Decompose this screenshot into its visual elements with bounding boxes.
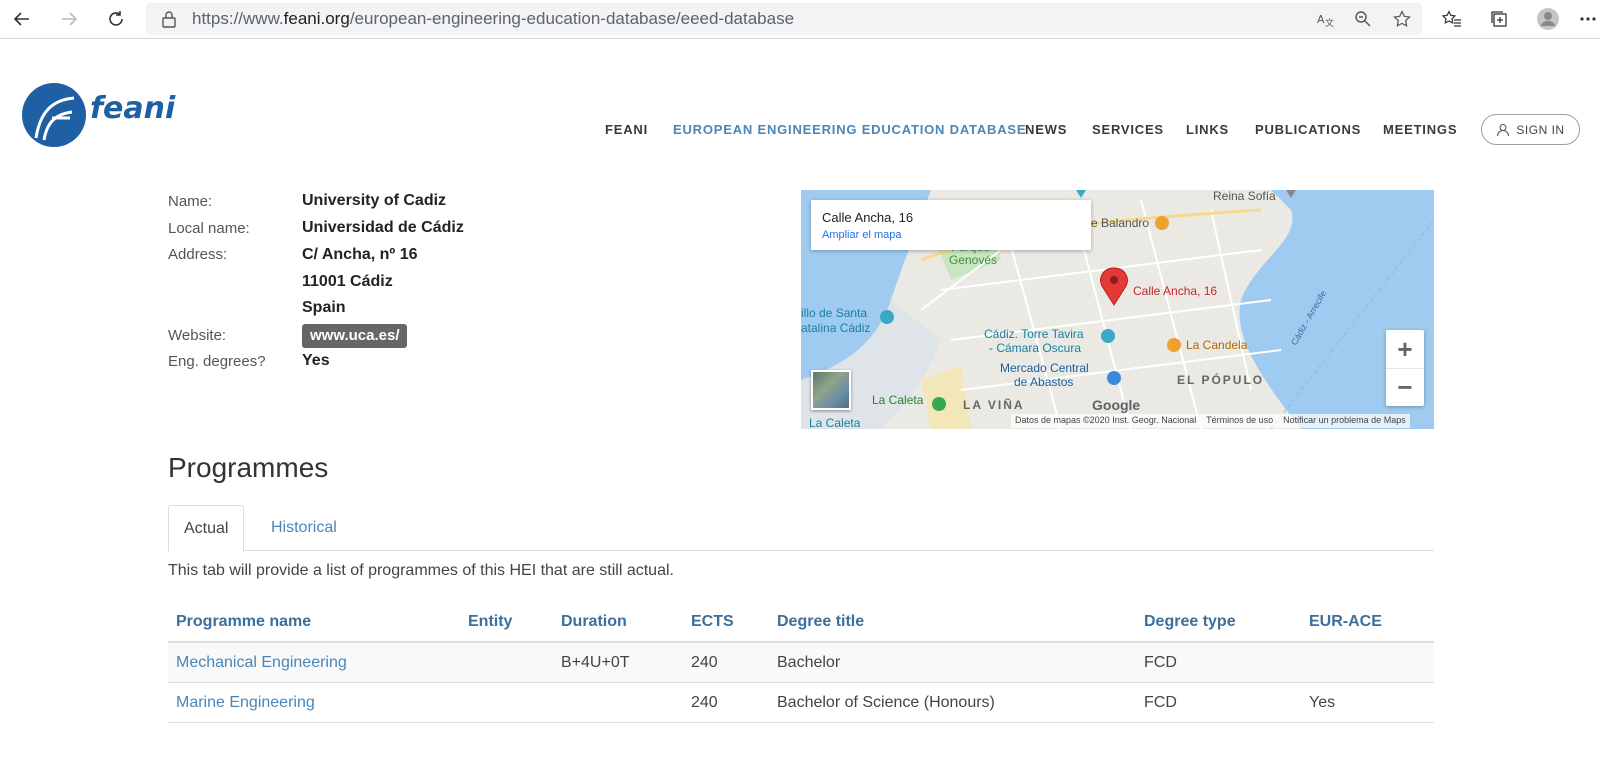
map-report-link[interactable]: Notificar un problema de Maps (1283, 415, 1406, 425)
map-zoom-controls: + − (1386, 330, 1424, 406)
name-value: University of Cadiz (302, 192, 447, 209)
map-label-la-caleta: La Caleta (809, 416, 861, 429)
map-label-candela: La Candela (1186, 338, 1248, 352)
tab-description: This tab will provide a list of programm… (168, 562, 674, 579)
sign-in-label: SIGN IN (1516, 122, 1565, 137)
user-icon (1497, 123, 1510, 136)
cell-degree-title: Bachelor of Science (Honours) (777, 694, 995, 711)
map-card-title: Calle Ancha, 16 (822, 210, 914, 225)
nav-meetings[interactable]: MEETINGS (1383, 122, 1457, 137)
map-label-torre-2: - Cámara Oscura (989, 341, 1082, 355)
map-data-credit: Datos de mapas ©2020 Inst. Geogr. Nacion… (1015, 415, 1197, 425)
map-label-vina: LA VIÑA (963, 398, 1025, 412)
website-link[interactable]: www.uca.es/ (302, 324, 408, 348)
collections-icon[interactable] (1487, 7, 1511, 31)
website-label: Website: (168, 327, 227, 344)
map-label-caleta: La Caleta (872, 393, 924, 407)
map-label-catalina: atalina Cádiz (801, 321, 871, 335)
map-label-pin: Calle Ancha, 16 (1133, 284, 1218, 298)
programme-name-link[interactable]: Marine Engineering (176, 694, 315, 712)
map-terms-link[interactable]: Términos de uso (1206, 415, 1273, 425)
nav-news[interactable]: NEWS (1025, 122, 1067, 137)
col-ects[interactable]: ECTS (691, 613, 734, 631)
col-degree-title[interactable]: Degree title (777, 613, 864, 631)
nav-eeed[interactable]: EUROPEAN ENGINEERING EDUCATION DATABASE (673, 122, 1026, 137)
nav-services[interactable]: SERVICES (1092, 122, 1164, 137)
map-label-santa: illo de Santa (801, 306, 868, 320)
nav-links[interactable]: LINKS (1186, 122, 1229, 137)
feani-logo[interactable]: feani (22, 82, 182, 148)
address-line-2: 11001 Cádiz (302, 273, 393, 290)
tab-historical[interactable]: Historical (256, 505, 352, 551)
name-label: Name: (168, 193, 213, 210)
programmes-table: Programme name Entity Duration ECTS Degr… (168, 609, 1434, 723)
lock-icon[interactable] (157, 7, 181, 31)
favorites-list-icon[interactable] (1440, 7, 1464, 31)
programmes-title: Programmes (168, 452, 329, 483)
nav-publications[interactable]: PUBLICATIONS (1255, 122, 1361, 137)
map-footer: Datos de mapas ©2020 Inst. Geogr. Nacion… (1011, 414, 1410, 428)
local-name-value: Universidad de Cádiz (302, 219, 464, 236)
nav-feani[interactable]: FEANI (605, 122, 648, 137)
map-label-mercado-2: de Abastos (1014, 375, 1074, 389)
forward-icon[interactable] (57, 7, 81, 31)
satellite-toggle[interactable] (811, 370, 851, 410)
favorite-star-icon[interactable] (1390, 7, 1414, 31)
map-label-populo: EL PÓPULO (1177, 373, 1265, 387)
col-duration[interactable]: Duration (561, 613, 627, 631)
cell-degree-type: FCD (1144, 694, 1177, 711)
map-label-mercado-1: Mercado Central (1000, 361, 1089, 375)
cell-eur-ace: Yes (1309, 694, 1336, 711)
map-label-genoves: Genovés (949, 253, 998, 267)
profile-avatar-icon[interactable] (1536, 7, 1560, 31)
cell-ects: 240 (691, 654, 718, 671)
sign-in-button[interactable]: SIGN IN (1481, 114, 1580, 145)
svg-text:A: A (1317, 13, 1325, 26)
zoom-out-button[interactable]: − (1386, 368, 1424, 406)
cell-duration: B+4U+0T (561, 654, 630, 671)
eng-degrees-value: Yes (302, 352, 330, 369)
cell-degree-title: Bachelor (777, 654, 841, 671)
browser-toolbar: https://www.feani.org/european-engineeri… (0, 0, 1600, 39)
cell-degree-type: FCD (1144, 654, 1177, 671)
address-line-1: C/ Ancha, nº 16 (302, 246, 418, 263)
url-text[interactable]: https://www.feani.org/european-engineeri… (192, 9, 794, 29)
svg-text:文: 文 (1325, 17, 1334, 28)
col-programme-name[interactable]: Programme name (176, 613, 311, 631)
enlarge-map-link[interactable]: Ampliar el mapa (822, 229, 901, 241)
google-logo: Google (1092, 397, 1141, 413)
col-degree-type[interactable]: Degree type (1144, 613, 1236, 631)
map-info-card: Calle Ancha, 16 Ampliar el mapa (811, 200, 1091, 250)
zoom-icon[interactable] (1351, 7, 1375, 31)
local-name-label: Local name: (168, 220, 250, 237)
more-options-icon[interactable] (1576, 7, 1600, 31)
tab-actual[interactable]: Actual (168, 505, 245, 552)
eng-degrees-label: Eng. degrees? (168, 353, 266, 370)
table-row: Mechanical Engineering B+4U+0T 240 Bache… (168, 643, 1434, 683)
back-icon[interactable] (10, 7, 34, 31)
col-entity[interactable]: Entity (468, 613, 512, 631)
address-label: Address: (168, 246, 228, 263)
map-label-reina: Reina Sofía (1213, 190, 1276, 203)
translate-icon[interactable]: A文 (1313, 7, 1337, 31)
refresh-icon[interactable] (104, 7, 128, 31)
programme-name-link[interactable]: Mechanical Engineering (176, 654, 347, 672)
table-row: Marine Engineering 240 Bachelor of Scien… (168, 683, 1434, 723)
table-header: Programme name Entity Duration ECTS Degr… (168, 609, 1434, 643)
location-map[interactable]: Reina Sofía e Balandro Parque Genovés Ca… (801, 190, 1434, 429)
map-label-torre-1: Cádiz. Torre Tavira (984, 327, 1084, 341)
address-line-3: Spain (302, 299, 346, 316)
col-eur-ace[interactable]: EUR-ACE (1309, 613, 1382, 631)
cell-ects: 240 (691, 694, 718, 711)
map-label-balandro: e Balandro (1091, 216, 1150, 230)
svg-text:feani: feani (90, 91, 176, 126)
zoom-in-button[interactable]: + (1386, 330, 1424, 368)
programmes-tabs: Actual Historical (168, 505, 1434, 552)
